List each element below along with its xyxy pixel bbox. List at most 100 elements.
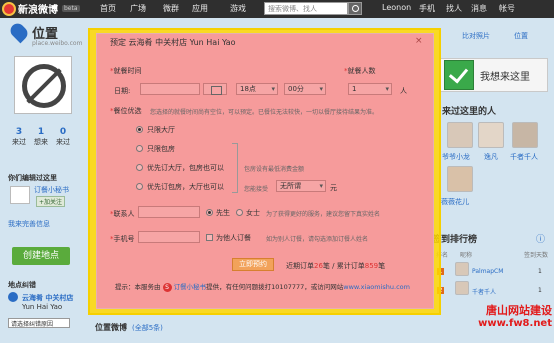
nav-mobile[interactable]: 手机 — [419, 3, 435, 14]
stats-prefix: 近期订单 — [286, 262, 314, 270]
phone-input[interactable] — [138, 231, 200, 243]
for-others-label[interactable]: 为他人订餐 — [216, 233, 251, 243]
visitor-name[interactable]: 爷爷小龙 — [442, 152, 470, 162]
editor-name-link[interactable]: 订餐小秘书 — [34, 185, 69, 195]
stat-been[interactable]: 3 来过 — [8, 127, 30, 147]
location-link[interactable]: 位置 — [514, 31, 528, 41]
rank-avatar[interactable] — [455, 262, 469, 276]
nav-apps[interactable]: 应用 — [192, 3, 208, 14]
time-label: 就餐时间 — [113, 67, 142, 75]
stat-visited-label: 来过 — [56, 138, 70, 146]
gender-radio[interactable] — [236, 209, 243, 216]
location-weibo-heading: 位置微博 — [95, 323, 127, 332]
nav-messages[interactable]: 消息 — [471, 3, 487, 14]
map-marker-icon — [8, 292, 18, 302]
note-prefix: 提示：本服务由 — [115, 283, 161, 291]
correction-reason-select[interactable]: 请选择纠错原因 — [8, 318, 70, 328]
visitor-avatar[interactable] — [447, 122, 473, 148]
follow-button[interactable]: +加关注 — [36, 196, 66, 207]
provider-link[interactable]: 订餐小秘书 — [174, 283, 207, 291]
weibo-eye-icon — [2, 1, 16, 16]
note-mid: 提供，有任何问题拨打10107777，或访问网站 — [206, 283, 344, 291]
seat-option-radio[interactable] — [136, 183, 143, 190]
rank-count: 1 — [538, 268, 542, 275]
people-select[interactable]: 1 — [348, 83, 392, 95]
visitor-name[interactable]: 逸凡 — [484, 152, 498, 162]
stat-been-num: 3 — [15, 127, 23, 137]
stat-want[interactable]: 1 想来 — [30, 127, 52, 147]
seat-option-label[interactable]: 只限包房 — [147, 144, 175, 154]
provider-site-link[interactable]: www.xiaomishu.com — [343, 283, 410, 291]
gender-option-label[interactable]: 先生 — [216, 208, 230, 218]
minute-select[interactable]: 00分 — [284, 83, 326, 95]
location-weibo-all-link[interactable]: (全部5条) — [132, 323, 163, 333]
nav-groups[interactable]: 微群 — [163, 3, 179, 14]
date-input[interactable] — [140, 83, 200, 95]
visitors-heading: 来过这里的人 — [442, 107, 497, 117]
phone-hint: 如为别人订餐，请勾选添加订餐人姓名 — [266, 236, 369, 243]
people-unit: 人 — [400, 87, 407, 95]
date-label: 日期: — [114, 87, 131, 95]
complete-info-link[interactable]: 我来完善信息 — [8, 219, 50, 229]
rank-name[interactable]: 千者千人 — [472, 287, 496, 296]
search-input[interactable]: 搜索微博、找人 — [264, 2, 348, 15]
contact-label: 联系人 — [113, 210, 135, 218]
watermark: 唐山网站建设 www.fw8.net — [440, 302, 552, 329]
contact-hint: 为了获得更好的服务，建议您留下真实姓名 — [266, 211, 381, 218]
provider-icon: S — [162, 283, 172, 292]
stat-want-label: 想来 — [34, 138, 48, 146]
editor-avatar[interactable] — [10, 186, 30, 204]
calendar-icon[interactable] — [203, 83, 227, 95]
submit-booking-button[interactable]: 立即预约 — [232, 258, 274, 271]
nav-account[interactable]: 帐号 — [499, 3, 515, 14]
stat-want-num: 1 — [37, 127, 45, 137]
beta-badge: beta — [62, 5, 80, 12]
for-others-checkbox[interactable] — [206, 234, 213, 241]
nav-games[interactable]: 游戏 — [230, 3, 246, 14]
nav-square-arrow-icon[interactable]: ▾ — [142, 3, 146, 12]
stat-visited[interactable]: 0 来过 — [52, 127, 74, 147]
visitor-avatar[interactable] — [478, 122, 504, 148]
phone-label: 手机号 — [113, 235, 135, 243]
visitor-name[interactable]: 千者千人 — [510, 152, 538, 162]
editor-heading: 你们编辑过这里 — [8, 174, 57, 182]
people-label: 就餐人数 — [347, 67, 376, 75]
gender-radio[interactable] — [206, 209, 213, 216]
want-to-come-button[interactable]: 我想来这里 — [480, 68, 530, 83]
stat-visited-num: 0 — [59, 127, 67, 137]
create-place-button[interactable]: 创建地点 — [12, 247, 70, 265]
nav-home[interactable]: 首页 — [100, 3, 116, 14]
rank-help-icon[interactable]: ⓘ — [536, 232, 545, 245]
weibo-logo[interactable]: 新浪微博 beta — [2, 1, 80, 16]
visitor-name[interactable]: 薇薇花儿 — [441, 197, 469, 207]
visitor-avatar[interactable] — [512, 122, 538, 148]
seat-hint: 您选择的就餐时间尚有空位，可以预定。已餐位无法较快，一切以餐厅接待结果为准。 — [150, 109, 379, 116]
nav-user[interactable]: Leonon — [382, 3, 411, 12]
address-name[interactable]: 云海肴 中关村店 — [22, 293, 73, 303]
seat-option-label[interactable]: 优先订大厅，包房也可以 — [147, 163, 224, 173]
seat-option-label[interactable]: 优先订包房，大厅也可以 — [147, 182, 224, 192]
seat-option-label[interactable]: 只限大厅 — [147, 125, 175, 135]
order-stats: 近期订单26笔 / 累计订单859笔 — [286, 261, 385, 271]
seat-option-radio[interactable] — [136, 164, 143, 171]
gender-option-label[interactable]: 女士 — [246, 208, 260, 218]
search-icon[interactable] — [348, 2, 362, 15]
contact-name-input[interactable] — [138, 206, 200, 218]
close-icon[interactable]: × — [415, 36, 423, 46]
seat-option-radio[interactable] — [136, 126, 143, 133]
compare-photos-link[interactable]: 比对照片 — [462, 31, 490, 41]
place-avatar — [14, 56, 72, 114]
nav-find-people[interactable]: 找人 — [446, 3, 462, 14]
rank-name[interactable]: PalmapCM — [472, 268, 503, 275]
total-order-count: 859 — [364, 262, 379, 270]
budget-select[interactable]: 无所谓 — [276, 180, 326, 192]
visitor-avatar[interactable] — [447, 166, 473, 192]
stats-suffix: 笔 — [378, 262, 386, 270]
seat-option-radio[interactable] — [136, 145, 143, 152]
room-fee-hint: 包房设有最低消费金额 — [244, 166, 305, 173]
options-brace — [232, 143, 238, 193]
checkmark-icon[interactable] — [444, 60, 474, 90]
hour-select[interactable]: 18点 — [236, 83, 278, 95]
stats-mid: 笔 / 累计订单 — [322, 262, 365, 270]
rank-avatar[interactable] — [455, 281, 469, 295]
